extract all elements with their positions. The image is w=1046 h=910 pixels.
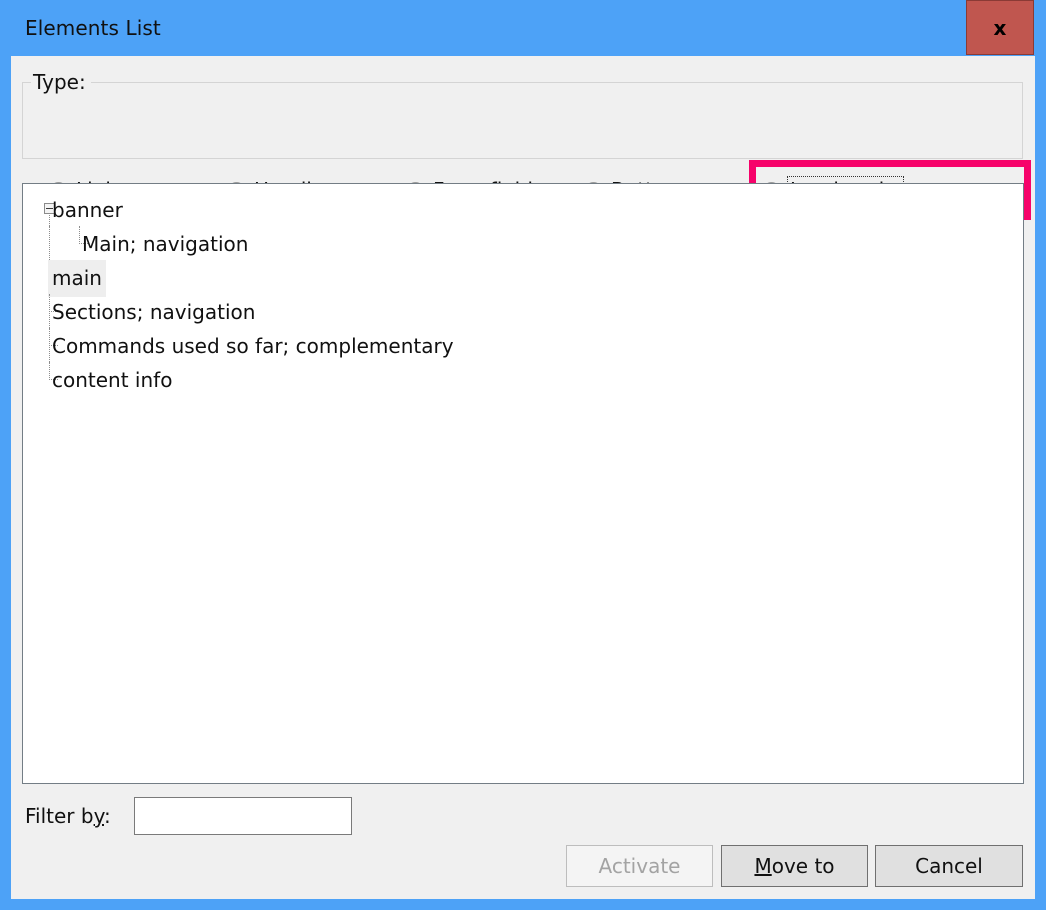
tree-item-label: Sections; navigation — [52, 300, 256, 324]
tree-item-label: Commands used so far; complementary — [52, 334, 454, 358]
tree-item[interactable]: main — [23, 260, 1023, 297]
type-group-legend: Type: — [31, 70, 91, 94]
tree-item[interactable]: Main; navigation — [23, 226, 1023, 260]
type-group-box — [22, 82, 1023, 159]
title-bar: Elements List x — [0, 0, 1046, 56]
tree-item-label: content info — [52, 368, 173, 392]
window-title: Elements List — [25, 16, 161, 40]
tree-item[interactable]: Commands used so far; complementary — [23, 328, 1023, 362]
landmarks-tree: banner Main; navigation main Sections; navi… — [23, 184, 1023, 396]
elements-list-dialog: Elements List x Type: LinksHeadingsForm … — [0, 0, 1046, 910]
activate-button[interactable]: Activate — [566, 845, 713, 887]
filter-label: Filter by: — [25, 804, 111, 828]
close-icon[interactable]: x — [966, 0, 1034, 55]
elements-listbox[interactable]: banner Main; navigation main Sections; navi… — [22, 183, 1024, 784]
dialog-client-area: Type: LinksHeadingsForm fieldsButtonsLan… — [11, 56, 1035, 899]
move-to-button[interactable]: Move to — [721, 845, 868, 887]
tree-connector-line — [49, 226, 51, 260]
cancel-button[interactable]: Cancel — [875, 845, 1023, 887]
tree-item[interactable]: Sections; navigation — [23, 294, 1023, 328]
tree-item-label: banner — [52, 198, 123, 222]
tree-item[interactable]: content info — [23, 362, 1023, 396]
tree-item-label: Main; navigation — [82, 232, 249, 256]
tree-item-label: main — [48, 260, 106, 297]
tree-item[interactable]: banner — [23, 192, 1023, 226]
filter-input[interactable] — [134, 797, 352, 835]
